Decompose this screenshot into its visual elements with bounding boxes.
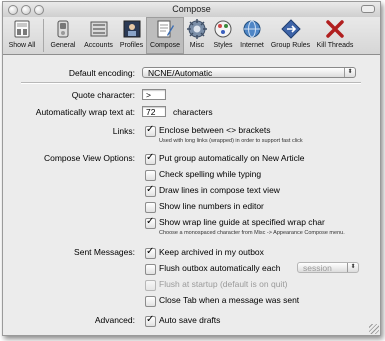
close-tab-checkbox[interactable] (145, 296, 156, 307)
default-encoding-popup[interactable]: NCNE/Automatic ⬍ (142, 67, 356, 78)
flush-period-popup[interactable]: session ⬍ (297, 262, 359, 273)
enclose-brackets-label[interactable]: Enclose between <> brackets (159, 125, 271, 135)
line-numbers-checkbox[interactable] (145, 202, 156, 213)
wrap-suffix-label: characters (173, 107, 213, 117)
check-spelling-checkbox[interactable] (145, 170, 156, 181)
toolbar-group-rules[interactable]: Group Rules (268, 17, 313, 54)
minimize-button[interactable] (21, 5, 31, 15)
draw-lines-checkbox[interactable] (145, 184, 156, 197)
gear-icon (187, 19, 207, 39)
kill-threads-icon (326, 20, 344, 38)
toolbar-label: Group Rules (270, 42, 311, 49)
resize-grip-icon[interactable] (369, 324, 379, 334)
toolbar-label: Profiles (119, 42, 144, 49)
toolbar-accounts[interactable]: Accounts (80, 17, 117, 54)
check-spelling-label[interactable]: Check spelling while typing (159, 169, 261, 179)
wrap-guide-checkbox[interactable] (145, 216, 156, 229)
zoom-button[interactable] (34, 5, 44, 15)
toolbar-label: Show All (8, 42, 36, 49)
preferences-window: Compose Show All General Accounts Profil… (2, 1, 381, 336)
keep-archived-label[interactable]: Keep archived in my outbox (159, 247, 264, 257)
toolbar-toggle-button[interactable] (361, 5, 375, 13)
flush-outbox-checkbox[interactable] (145, 264, 156, 275)
toolbar-label: Internet (240, 42, 264, 49)
toolbar-compose[interactable]: Compose (146, 17, 184, 54)
toolbar-styles[interactable]: Styles (210, 17, 236, 54)
toolbar-kill-threads[interactable]: Kill Threads (313, 17, 357, 54)
toolbar-label: Compose (150, 42, 180, 49)
toolbar-label: Accounts (84, 42, 113, 49)
default-encoding-label: Default encoding: (68, 68, 135, 78)
toolbar-show-all[interactable]: Show All (3, 17, 41, 54)
toolbar-label: General (50, 42, 76, 49)
show-all-icon (14, 20, 30, 38)
enclose-brackets-checkbox[interactable] (145, 124, 156, 137)
keep-archived-checkbox[interactable] (145, 246, 156, 259)
popup-arrows-icon: ⬍ (347, 263, 358, 272)
links-note: Used with long links (wrapped) in order … (159, 138, 303, 144)
flush-period-value: session (303, 263, 332, 273)
toolbar-internet[interactable]: Internet (236, 17, 268, 54)
popup-arrows-icon: ⬍ (344, 68, 355, 77)
toolbar-separator (43, 19, 44, 52)
flush-startup-label[interactable]: Flush at startup (default is on quit) (159, 279, 288, 289)
section-divider (21, 82, 361, 84)
toolbar-label: Kill Threads (316, 42, 354, 49)
general-switch-icon (57, 20, 69, 38)
flush-outbox-label[interactable]: Flush outbox automatically each (159, 263, 280, 273)
advanced-label: Advanced: (94, 315, 135, 325)
auto-save-drafts-checkbox[interactable] (145, 314, 156, 327)
wrap-guide-label[interactable]: Show wrap line guide at specified wrap c… (159, 217, 325, 227)
profiles-icon (123, 20, 140, 38)
accounts-icon (90, 21, 107, 37)
toolbar-label: Styles (213, 42, 233, 49)
close-button[interactable] (8, 5, 18, 15)
toolbar-label: Misc (189, 42, 205, 49)
default-encoding-value: NCNE/Automatic (148, 68, 213, 78)
globe-icon (243, 20, 261, 38)
preferences-toolbar: Show All General Accounts Profiles Compo… (3, 17, 380, 55)
wrap-text-label: Automatically wrap text at: (35, 107, 135, 117)
toolbar-profiles[interactable]: Profiles (117, 17, 146, 54)
draw-lines-label[interactable]: Draw lines in compose text view (159, 185, 280, 195)
toolbar-misc[interactable]: Misc (184, 17, 210, 54)
wrap-column-field[interactable]: 72 (142, 106, 166, 117)
auto-save-drafts-label[interactable]: Auto save drafts (159, 315, 220, 325)
window-title: Compose (172, 4, 211, 14)
sent-messages-label: Sent Messages: (74, 247, 135, 257)
flush-startup-checkbox[interactable] (145, 280, 156, 291)
wrap-guide-note: Choose a monospaced character from Misc … (159, 230, 345, 236)
title-bar[interactable]: Compose (3, 2, 380, 17)
compose-view-options-label: Compose View Options: (43, 153, 135, 163)
styles-icon (214, 20, 232, 38)
links-label: Links: (112, 126, 135, 136)
line-numbers-label[interactable]: Show line numbers in editor (159, 201, 264, 211)
quote-character-label: Quote character: (71, 90, 135, 100)
put-group-label[interactable]: Put group automatically on New Article (159, 153, 305, 163)
group-rules-icon (280, 19, 301, 39)
toolbar-general[interactable]: General (46, 17, 80, 54)
close-tab-label[interactable]: Close Tab when a message was sent (159, 295, 299, 305)
compose-icon (157, 20, 174, 38)
put-group-checkbox[interactable] (145, 152, 156, 165)
quote-character-field[interactable]: > (142, 89, 166, 100)
